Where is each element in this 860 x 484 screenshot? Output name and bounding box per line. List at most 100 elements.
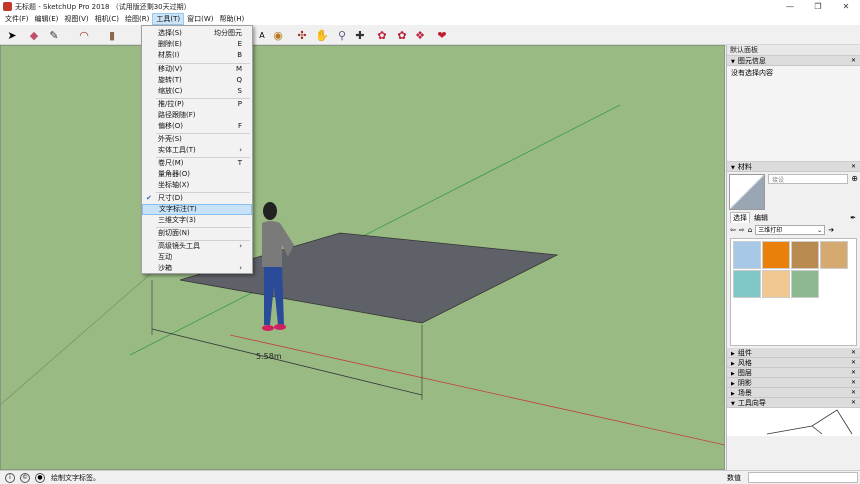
minimize-button[interactable]: — (776, 0, 804, 13)
restore-button[interactable]: ❐ (804, 0, 832, 13)
material-name-field[interactable]: 接设 (768, 174, 849, 184)
close-panel-icon[interactable]: ✕ (851, 388, 856, 398)
section-label: 阴影 (737, 379, 752, 387)
user-icon[interactable]: ● (35, 472, 45, 483)
model-viewport[interactable]: 5.58m (0, 45, 725, 470)
menu-item-erase[interactable]: 删除(E) E (142, 39, 252, 50)
paint-bucket-icon[interactable]: ◉ (270, 27, 286, 43)
scenes-header[interactable]: ▶ 场景 ✕ (727, 388, 860, 398)
close-panel-icon[interactable]: ✕ (851, 56, 856, 66)
close-button[interactable]: ✕ (832, 0, 860, 13)
menu-item-label: 外壳(S) (158, 135, 182, 143)
close-panel-icon[interactable]: ✕ (851, 378, 856, 388)
material-swatch[interactable] (762, 241, 790, 269)
menu-item-label: 缩放(C) (158, 87, 183, 95)
close-panel-icon[interactable]: ✕ (851, 398, 856, 408)
menu-item-rotate[interactable]: 旋转(T) Q (142, 75, 252, 86)
material-swatch[interactable] (791, 270, 819, 298)
menu-item-label: 选择(S) (158, 29, 182, 37)
menu-item-label: 路径跟随(F) (158, 111, 196, 119)
menu-item-advanced-camera[interactable]: 高级镜头工具 › (142, 241, 252, 252)
menu-item-move[interactable]: 移动(V) M (142, 64, 252, 75)
collection-select[interactable]: 三维打印 ⌄ (755, 224, 826, 235)
menu-item-3d-text[interactable]: 三维文字(3) (142, 215, 252, 226)
shadows-header[interactable]: ▶ 阴影 ✕ (727, 378, 860, 388)
zoom-extents-icon[interactable]: ✚ (352, 27, 368, 43)
collapse-triangle-icon: ▼ (731, 59, 735, 65)
menu-tools[interactable]: 工具(T) (152, 13, 185, 25)
menu-item-shortcut: Q (236, 76, 242, 84)
entity-info-status: 没有选择内容 (731, 69, 773, 77)
menu-edit[interactable]: 编辑(E) (32, 13, 62, 25)
zoom-tool-icon[interactable]: ⚲ (334, 27, 350, 43)
menu-item-dimensions[interactable]: ✔ 尺寸(D) (142, 193, 252, 204)
menu-item-text[interactable]: 文字标注(T) (142, 204, 252, 215)
current-material-swatch[interactable] (729, 174, 765, 210)
menu-item-scale[interactable]: 缩放(C) S (142, 86, 252, 97)
menu-view[interactable]: 视图(V) (61, 13, 91, 25)
close-panel-icon[interactable]: ✕ (851, 358, 856, 368)
menu-item-section-plane[interactable]: 剖切面(N) (142, 228, 252, 239)
geo-location-icon[interactable]: i (5, 472, 15, 483)
extension-manager-icon[interactable]: ❤ (434, 27, 450, 43)
layers-header[interactable]: ▶ 图层 ✕ (727, 368, 860, 378)
materials-header[interactable]: ▼ 材料 ✕ (727, 162, 860, 172)
close-panel-icon[interactable]: ✕ (851, 348, 856, 358)
credits-icon[interactable]: © (20, 472, 30, 483)
menu-item-push-pull[interactable]: 推/拉(P) P (142, 99, 252, 110)
menu-item-paint[interactable]: 材质(I) B (142, 50, 252, 61)
tab-select[interactable]: 选择 (730, 212, 750, 223)
checkmark-icon: ✔ (146, 194, 152, 202)
styles-header[interactable]: ▶ 风格 ✕ (727, 358, 860, 368)
components-header[interactable]: ▶ 组件 ✕ (727, 348, 860, 358)
menu-camera[interactable]: 相机(C) (92, 13, 122, 25)
menu-item-interact[interactable]: 互动 (142, 252, 252, 263)
menu-item-offset[interactable]: 偏移(O) F (142, 121, 252, 132)
forward-arrow-icon[interactable]: ⇨ (739, 226, 745, 234)
instructor-header[interactable]: ▼ 工具向导 ✕ (727, 398, 860, 408)
menu-item-axes[interactable]: 坐标轴(X) (142, 180, 252, 191)
material-swatch[interactable] (791, 241, 819, 269)
chevron-down-icon: ⌄ (817, 226, 823, 234)
menu-item-tape-measure[interactable]: 卷尺(M) T (142, 158, 252, 169)
tab-edit[interactable]: 编辑 (754, 213, 768, 223)
material-swatch[interactable] (820, 241, 848, 269)
text-tool-icon[interactable]: A (254, 27, 270, 43)
material-swatch[interactable] (733, 270, 761, 298)
close-panel-icon[interactable]: ✕ (851, 162, 856, 172)
back-arrow-icon[interactable]: ⇦ (730, 226, 736, 234)
material-swatch[interactable] (762, 270, 790, 298)
rectangle-tool-icon[interactable]: ▮ (104, 27, 120, 43)
section-label: 组件 (737, 349, 752, 357)
expand-triangle-icon: ▶ (731, 391, 735, 397)
eyedropper-icon[interactable]: ✒ (850, 214, 856, 222)
menu-item-select[interactable]: 选择(S) 均分图元 (142, 28, 252, 39)
orbit-tool-icon[interactable]: ✣ (294, 27, 310, 43)
warehouse-icon[interactable]: ✿ (374, 27, 390, 43)
menu-item-sandbox[interactable]: 沙箱 › (142, 263, 252, 274)
menu-item-outer-shell[interactable]: 外壳(S) (142, 134, 252, 145)
details-arrow-icon[interactable]: ➔ (828, 226, 834, 234)
menu-help[interactable]: 帮助(H) (216, 13, 247, 25)
extension-warehouse-icon[interactable]: ✿ (394, 27, 410, 43)
menu-file[interactable]: 文件(F) (2, 13, 32, 25)
tray-title: 默认面板 (727, 45, 860, 56)
eraser-tool-icon[interactable]: ◆ (26, 27, 42, 43)
menu-window[interactable]: 窗口(W) (184, 13, 216, 25)
measurements-input[interactable] (748, 472, 858, 483)
home-icon[interactable]: ⌂ (748, 226, 752, 234)
menu-draw[interactable]: 绘图(R) (122, 13, 152, 25)
menu-item-follow-me[interactable]: 路径跟随(F) (142, 110, 252, 121)
menu-item-solid-tools[interactable]: 实体工具(T) › (142, 145, 252, 156)
line-tool-icon[interactable]: ✎ (46, 27, 62, 43)
menu-item-label: 移动(V) (158, 65, 183, 73)
select-tool-icon[interactable]: ➤ (4, 27, 20, 43)
material-swatch[interactable] (733, 241, 761, 269)
share-model-icon[interactable]: ❖ (412, 27, 428, 43)
entity-info-header[interactable]: ▼ 图元信息 ✕ (727, 56, 860, 66)
close-panel-icon[interactable]: ✕ (851, 368, 856, 378)
arc-tool-icon[interactable]: ◠ (76, 27, 92, 43)
pan-tool-icon[interactable]: ✋ (314, 27, 330, 43)
menu-item-protractor[interactable]: 量角器(O) (142, 169, 252, 180)
create-material-icon[interactable]: ⊕ (851, 174, 858, 210)
